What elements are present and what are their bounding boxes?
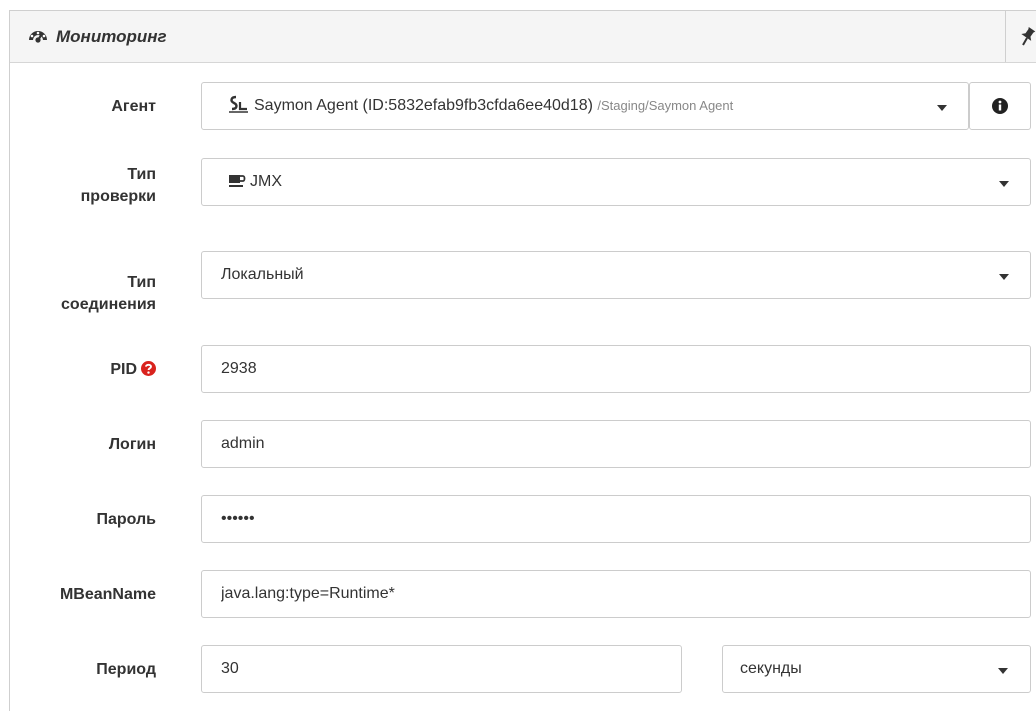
agent-caret-down-icon [937,105,947,111]
check-type-select[interactable]: JMX [201,158,1031,206]
agent-select-text: Saymon Agent (ID:5832efab9fb3cfda6ee40d1… [227,95,733,117]
period-unit-caret-down-icon [998,668,1008,674]
period-input[interactable] [202,646,681,692]
mbean-label: MBeanName [59,586,156,603]
check-type-caret-down-icon [999,181,1009,187]
dashboard-icon [29,31,47,43]
pid-input[interactable] [202,346,1030,392]
period-field[interactable] [201,645,682,693]
coffee-cup-icon [229,175,246,187]
period-unit-select[interactable]: секунды [722,645,1031,693]
check-type-select-text: JMX [229,171,282,193]
header-divider [1005,11,1006,62]
panel-header: Мониторинг [10,11,1036,63]
agent-label: Агент [111,98,156,115]
check-type-label-line1: Тип [127,166,156,183]
connection-type-label: Тип соединения [61,272,156,316]
login-input[interactable] [202,421,1030,467]
password-label: Пароль [96,511,156,528]
password-input[interactable] [202,496,1030,542]
check-type-value: JMX [250,173,282,190]
pid-label-text: PID [110,361,137,378]
connection-type-label-line2: соединения [61,296,156,313]
agent-value: Saymon Agent (ID:5832efab9fb3cfda6ee40d1… [254,97,593,114]
pin-icon[interactable] [1018,25,1036,47]
info-icon [992,98,1008,114]
connection-type-caret-down-icon [999,274,1009,280]
mbean-field[interactable] [201,570,1031,618]
agent-select[interactable]: Saymon Agent (ID:5832efab9fb3cfda6ee40d1… [201,82,969,130]
period-label: Период [96,661,156,678]
pid-label: PID [110,359,156,381]
agent-icon [229,95,248,113]
agent-path: /Staging/Saymon Agent [597,98,734,113]
password-field[interactable] [201,495,1031,543]
question-circle-icon[interactable] [141,361,156,376]
connection-type-value: Локальный [221,266,304,283]
check-type-label: Тип проверки [81,164,156,208]
mbean-input[interactable] [202,571,1030,617]
check-type-label-line2: проверки [80,188,156,205]
connection-type-label-line1: Тип [127,274,156,291]
login-field[interactable] [201,420,1031,468]
connection-type-select[interactable]: Локальный [201,251,1031,299]
login-label: Логин [108,436,156,453]
agent-info-button[interactable] [969,82,1031,130]
period-unit-value: секунды [740,660,802,677]
pid-field[interactable] [201,345,1031,393]
panel-title: Мониторинг [56,27,167,46]
